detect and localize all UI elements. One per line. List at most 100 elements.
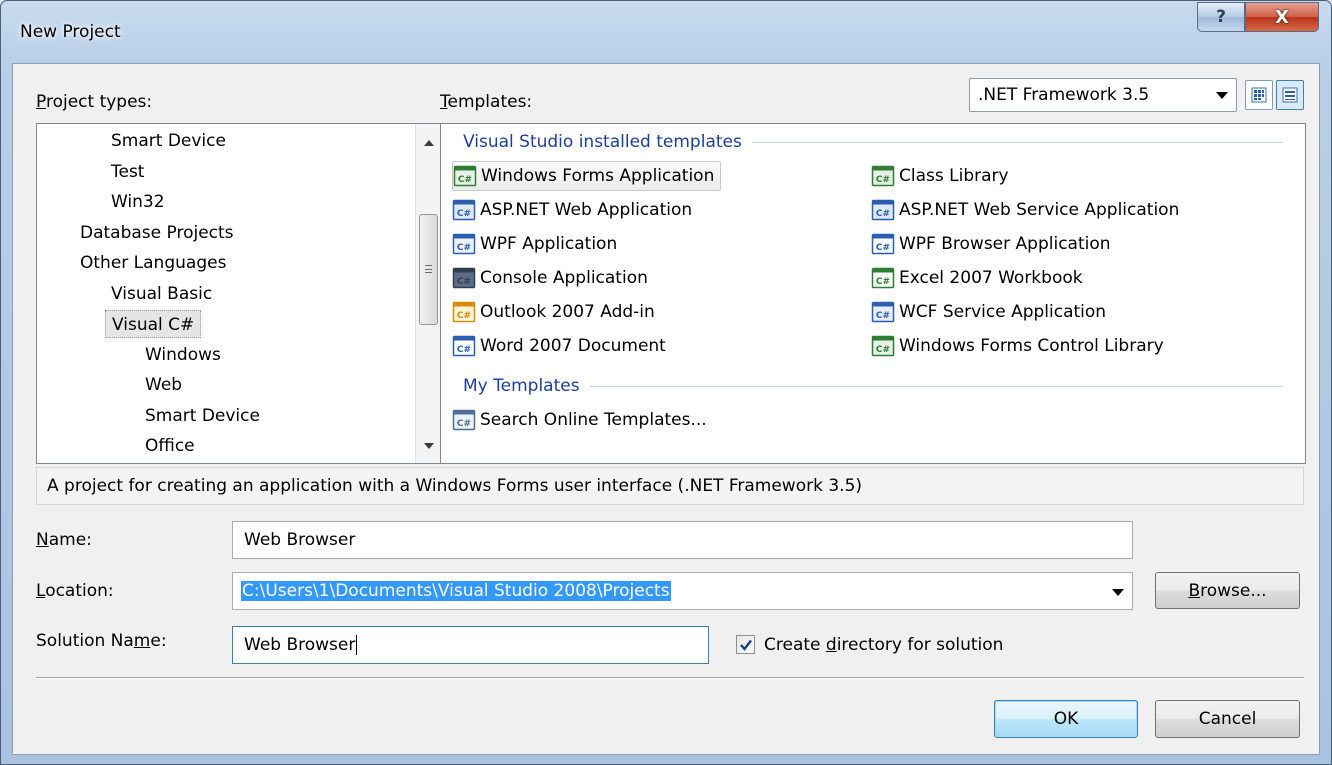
template-item[interactable]: C# ASP.NET Web Application [452, 195, 692, 225]
help-icon: ? [1216, 7, 1226, 27]
project-type-item[interactable]: Office [145, 432, 195, 460]
templates-list[interactable]: Visual Studio installed templates C# Win… [440, 123, 1306, 464]
template-item-label: Windows Forms Control Library [899, 336, 1164, 356]
cancel-button[interactable]: Cancel [1155, 700, 1300, 738]
web-service-icon: C# [871, 198, 895, 222]
template-item-label: Windows Forms Application [481, 166, 715, 186]
template-item-label: Console Application [480, 268, 648, 288]
template-item[interactable]: C# Outlook 2007 Add-in [452, 297, 655, 327]
list-view-icon [1282, 87, 1298, 103]
project-type-item[interactable]: Test [111, 158, 144, 186]
project-types-label: Project types: [36, 92, 153, 112]
word-icon: C# [452, 334, 476, 358]
scroll-up-icon[interactable] [424, 140, 434, 146]
project-type-item[interactable]: Other Languages [80, 249, 226, 277]
project-type-item[interactable]: Windows [145, 341, 221, 369]
project-types-list[interactable]: Smart Device Test Win32 Database Projects Ot… [36, 123, 441, 464]
location-label: Location: [36, 581, 114, 601]
framework-select[interactable]: .NET Framework 3.5 [969, 78, 1237, 112]
template-item[interactable]: C# ASP.NET Web Service Application [871, 195, 1179, 225]
title-bar[interactable]: New Project ? X [1, 1, 1331, 63]
window-title: New Project [20, 22, 121, 42]
help-button[interactable]: ? [1197, 2, 1245, 32]
separator [36, 677, 1304, 679]
location-combo-value: C:\Users\1\Documents\Visual Studio 2008\… [241, 581, 671, 601]
scroll-thumb[interactable] [419, 214, 438, 325]
svg-text:C#: C# [876, 277, 890, 287]
checkmark-icon [739, 639, 752, 651]
template-item-label: Word 2007 Document [480, 336, 666, 356]
templates-label: Templates: [440, 92, 533, 112]
template-item[interactable]: C# WCF Service Application [871, 297, 1106, 327]
name-input-value: Web Browser [244, 530, 356, 550]
template-item-label: WPF Browser Application [899, 234, 1111, 254]
project-type-item[interactable]: Smart Device [145, 402, 260, 430]
outlook-icon: C# [452, 300, 476, 324]
chevron-down-icon[interactable] [1112, 589, 1124, 596]
search-online-icon: C# [452, 408, 476, 432]
project-type-item[interactable]: Win32 [111, 188, 165, 216]
template-item[interactable]: C# Class Library [871, 161, 1009, 191]
project-type-item[interactable]: Database Projects [80, 219, 234, 247]
wpf-icon: C# [452, 232, 476, 256]
create-directory-checkbox[interactable] [736, 635, 755, 654]
wpf-browser-icon: C# [871, 232, 895, 256]
svg-text:C#: C# [457, 243, 471, 253]
svg-text:C#: C# [458, 175, 472, 185]
svg-text:C#: C# [876, 345, 890, 355]
large-icons-view-button[interactable] [1245, 80, 1273, 110]
template-item[interactable]: C# Windows Forms Application [452, 161, 722, 191]
template-item[interactable]: C# WPF Browser Application [871, 229, 1111, 259]
my-templates-header: My Templates [463, 376, 1283, 396]
text-caret [356, 635, 358, 655]
template-item-label: Excel 2007 Workbook [899, 268, 1083, 288]
template-item[interactable]: C# WPF Application [452, 229, 617, 259]
template-item[interactable]: C# Console Application [452, 263, 648, 293]
framework-select-value: .NET Framework 3.5 [978, 85, 1150, 105]
solution-name-input[interactable]: Web Browser [232, 626, 709, 664]
create-directory-label[interactable]: Create directory for solution [764, 635, 1003, 655]
svg-text:C#: C# [457, 419, 471, 429]
template-item-label: ASP.NET Web Application [480, 200, 693, 220]
template-item-label: ASP.NET Web Service Application [899, 200, 1180, 220]
template-item-label: WCF Service Application [899, 302, 1107, 322]
template-item-label: WPF Application [480, 234, 618, 254]
dialog-client-area: Project types: Templates: .NET Framework… [12, 63, 1320, 755]
class-library-icon: C# [871, 164, 895, 188]
svg-text:C#: C# [876, 209, 890, 219]
control-library-icon: C# [871, 334, 895, 358]
project-type-item[interactable]: Visual C# [105, 310, 202, 338]
template-item[interactable]: C# Word 2007 Document [452, 331, 666, 361]
wcf-icon: C# [871, 300, 895, 324]
project-type-item[interactable]: Web [145, 371, 182, 399]
ok-button[interactable]: OK [994, 700, 1138, 738]
project-type-item[interactable]: Smart Device [111, 127, 226, 155]
name-input[interactable]: Web Browser [232, 521, 1133, 559]
scroll-down-icon[interactable] [424, 443, 434, 449]
template-item[interactable]: C# Excel 2007 Workbook [871, 263, 1083, 293]
installed-templates-header: Visual Studio installed templates [463, 132, 1283, 152]
new-project-dialog: New Project ? X Project types: Templates… [0, 0, 1332, 765]
svg-text:C#: C# [876, 311, 890, 321]
svg-text:C#: C# [457, 277, 471, 287]
browse-button[interactable]: Browse... [1155, 572, 1300, 609]
close-button[interactable]: X [1245, 2, 1319, 32]
aspnet-web-icon: C# [452, 198, 476, 222]
project-type-item[interactable]: Visual Basic [111, 280, 212, 308]
template-item[interactable]: C# Search Online Templates... [452, 405, 707, 435]
template-item-label: Outlook 2007 Add-in [480, 302, 655, 322]
svg-text:C#: C# [457, 311, 471, 321]
large-icons-icon [1251, 87, 1267, 103]
template-item-label: Class Library [899, 166, 1009, 186]
svg-text:C#: C# [457, 209, 471, 219]
location-combo[interactable]: C:\Users\1\Documents\Visual Studio 2008\… [232, 572, 1133, 610]
solution-name-label: Solution Name: [36, 631, 167, 651]
solution-name-value: Web Browser [244, 635, 356, 655]
excel-icon: C# [871, 266, 895, 290]
project-types-scrollbar[interactable] [415, 124, 440, 463]
template-item[interactable]: C# Windows Forms Control Library [871, 331, 1164, 361]
svg-text:C#: C# [876, 175, 890, 185]
close-icon: X [1275, 6, 1289, 28]
small-icons-view-button[interactable] [1276, 80, 1304, 110]
template-description: A project for creating an application wi… [36, 467, 1304, 505]
